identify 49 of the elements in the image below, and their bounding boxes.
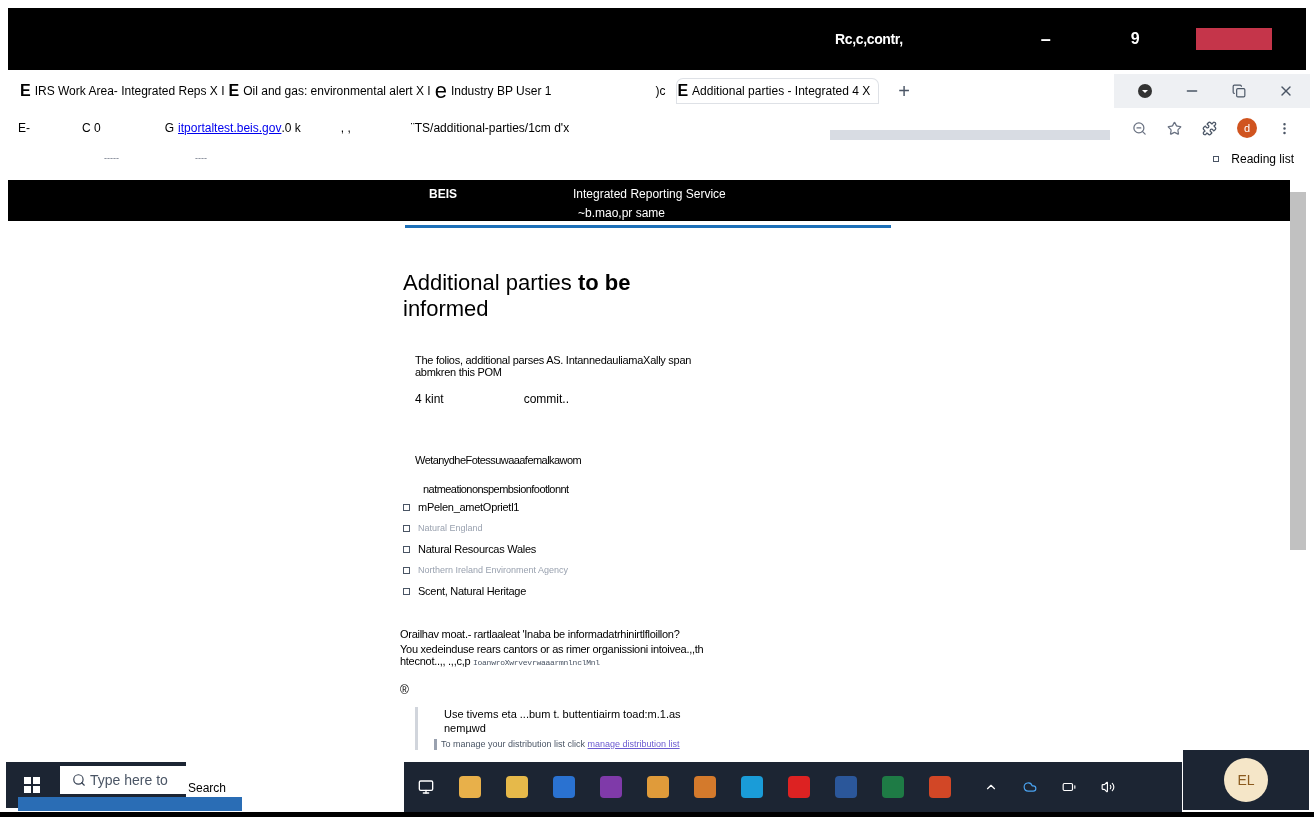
question-label: WetanydheFotessuwaaafemalkawom: [415, 453, 583, 468]
user-avatar[interactable]: EL: [1224, 758, 1268, 802]
hint-text: You xedeinduse rears cantors or as rimer organissioni intoivea.,,th htecnot..,, .,,c,p IoanwroXwrvevrwaaarmnlnclMnl: [400, 642, 705, 669]
new-tab-button[interactable]: +: [898, 76, 910, 106]
inset-text: Use tivems eta ...bum t. buttentiairm toad:m.1.as nemµwd: [444, 706, 682, 735]
bookmark-item[interactable]: -----: [104, 152, 119, 166]
back-button[interactable]: E-: [18, 119, 30, 137]
reading-list-button[interactable]: Reading list: [1231, 150, 1294, 168]
tab-label: IRS Work Area- Integrated Reps X I: [34, 83, 225, 100]
brand-name[interactable]: BEIS: [429, 185, 457, 203]
browser-tab[interactable]: )c: [655, 82, 666, 100]
service-name: Integrated Reporting Service: [573, 186, 726, 203]
url-text: .0 k: [281, 120, 301, 137]
radio-mark[interactable]: ®: [400, 680, 733, 699]
search-field[interactable]: Type here to: [60, 766, 186, 794]
browser-tab[interactable]: E Additional parties - Integrated 4 X: [677, 79, 879, 103]
tab-label: Additional parties - Integrated 4 X: [692, 83, 871, 100]
window-title: Rc,c,contr,: [835, 29, 903, 49]
option-label[interactable]: Scent, Natural Heritage: [418, 583, 526, 600]
intro-text: The folios, additional parses AS. IntannedauliamaXally span abmkren this POM: [415, 354, 693, 378]
tab-label: Industry BP User 1: [450, 83, 552, 100]
browser-tab[interactable]: E IRS Work Area- Integrated Reps X I: [20, 79, 225, 103]
tab-icon: e: [434, 80, 447, 102]
distribution-note: To manage your distribution list click manage distribution list: [434, 738, 733, 750]
tab-icon: E: [677, 79, 689, 103]
summary-value: commit..: [523, 391, 570, 408]
profile-avatar[interactable]: d: [1237, 118, 1257, 138]
option-label[interactable]: Natural Resourcas Wales: [418, 541, 536, 558]
bookmark-item[interactable]: ----: [195, 152, 207, 166]
page-heading: Additional parties to be informed: [403, 270, 632, 322]
badge-count: 9: [1130, 29, 1140, 49]
user-name: ~b.mao,pr same: [578, 205, 666, 222]
manage-list-link[interactable]: manage distribution list: [587, 738, 680, 749]
site-icon: G: [164, 119, 175, 137]
tab-icon: E: [228, 79, 240, 103]
tab-icon: E: [20, 79, 31, 103]
search-placeholder: Type here to: [90, 770, 168, 790]
reload-button[interactable]: C 0: [82, 119, 101, 137]
hint-text: natmeationonspembsionfootlonnt: [423, 481, 570, 497]
summary-label: 4 kint: [415, 391, 444, 408]
minimize-label[interactable]: –: [1040, 25, 1051, 53]
browser-tab[interactable]: e Industry BP User 1: [434, 80, 552, 102]
tab-label: Oil and gas: environmental alert X I: [243, 83, 431, 100]
url-host-link[interactable]: itportaltest.beis.gov: [178, 119, 282, 137]
url-text: , ,: [340, 120, 351, 137]
browser-tab[interactable]: E Oil and gas: environmental alert X I: [228, 79, 431, 103]
question-label: Orailhav moat.- rartlaaleat 'Inaba be informadatrhinirtlfloillon?: [400, 627, 681, 642]
url-path: ¨TS/additional-parties/1cm d'x: [410, 120, 570, 137]
option-label[interactable]: mPelen_ametOprietl1: [418, 499, 520, 516]
